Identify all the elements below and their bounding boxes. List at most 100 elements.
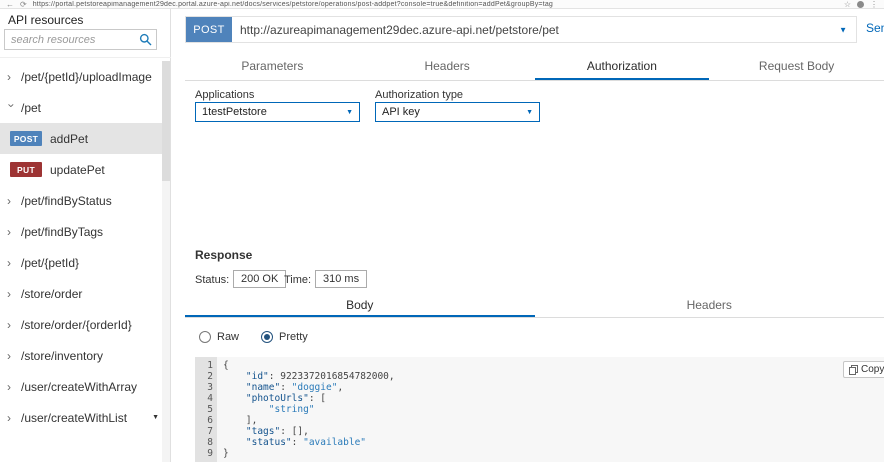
chevron-down-icon: ▼ (526, 108, 533, 116)
sidebar-operation-addPet[interactable]: POST addPet (0, 123, 163, 154)
request-url-input[interactable] (232, 17, 856, 42)
chevron-right-icon: › (7, 255, 11, 270)
chevron-down-icon: › (4, 103, 19, 107)
code-line: ], (245, 415, 258, 426)
tab-parameters[interactable]: Parameters (185, 54, 360, 80)
code-line: { (223, 360, 229, 371)
request-url-bar: POST ▼ (185, 16, 857, 43)
authorization-type-select[interactable]: API key ▼ (375, 102, 540, 122)
search-icon[interactable] (139, 33, 152, 46)
sidebar-item-label: /store/order (21, 286, 83, 301)
sidebar-item-label: /store/order/{orderId} (21, 317, 132, 332)
sidebar-item-label: updatePet (50, 162, 105, 177)
search-box (4, 29, 157, 50)
back-icon[interactable]: ← (6, 0, 14, 8)
tab-request-body[interactable]: Request Body (709, 54, 884, 80)
applications-select[interactable]: 1testPetstore ▼ (195, 102, 360, 122)
sidebar-divider (0, 57, 171, 58)
sidebar-scrollbar[interactable] (162, 61, 170, 462)
sidebar-item-list: ›/pet/{petId}/uploadImage ›/pet POST addPet… (0, 61, 163, 433)
code-line: "status": "available" (245, 437, 367, 448)
sidebar-item-label: /user/createWithList (21, 410, 128, 425)
profile-avatar[interactable] (857, 0, 864, 8)
tab-headers[interactable]: Headers (360, 54, 535, 80)
chevron-down-icon: ▼ (346, 108, 353, 116)
response-title: Response (195, 248, 253, 262)
sidebar-item-label: /store/inventory (21, 348, 104, 363)
method-badge-post: POST (186, 17, 232, 42)
chevron-right-icon: › (7, 224, 11, 239)
sidebar-item-/pet[interactable]: ›/pet (0, 92, 163, 123)
sidebar-item-/store/inventory[interactable]: › /store/inventory (0, 340, 163, 371)
code-line: "name": "doggie", (245, 382, 344, 393)
chevron-right-icon: › (7, 410, 11, 425)
code-line: } (223, 448, 229, 459)
chevron-right-icon: › (7, 69, 11, 84)
status-label: Status: (195, 274, 230, 286)
chevron-right-icon: › (7, 286, 11, 301)
sidebar-item-label: /pet/{petId} (21, 255, 80, 270)
code-line: "tags": [], (245, 426, 309, 437)
copy-icon (849, 364, 858, 375)
method-badge-post: POST (10, 131, 42, 146)
response-body-code: 123456789 { "id": 9223372016854782000, "… (195, 357, 884, 462)
code-line: "string" (268, 404, 315, 415)
applications-label: Applications (195, 89, 255, 101)
browser-url[interactable]: https://portal.petstoreapimanagement29de… (33, 1, 838, 8)
code-content[interactable]: { "id": 9223372016854782000, "name": "do… (217, 357, 884, 462)
copy-button[interactable]: Copy (843, 361, 884, 378)
status-badge: 200 OK (233, 270, 287, 288)
sidebar-operation-updatePet[interactable]: PUT updatePet (0, 154, 163, 185)
tab-response-headers[interactable]: Headers (535, 294, 884, 317)
code-line-numbers: 123456789 (195, 357, 217, 462)
time-label: Time: (284, 274, 312, 286)
pretty-radio[interactable] (261, 331, 274, 343)
sidebar-item-label: addPet (50, 131, 89, 146)
menu-icon[interactable]: ⋮ (870, 0, 878, 8)
sidebar-item-label: /user/createWithArray (21, 379, 138, 394)
sidebar-item-label: /pet/findByTags (21, 224, 104, 239)
star-icon[interactable]: ☆ (844, 0, 851, 8)
sidebar-item-/store/order/{orderId}[interactable]: › /store/order/{orderId} (0, 309, 163, 340)
raw-radio-label: Raw (217, 331, 240, 343)
code-line: "photoUrls": [ (245, 393, 326, 404)
tab-response-body[interactable]: Body (185, 294, 535, 317)
chevron-right-icon: › (7, 317, 11, 332)
code-line: "id": 9223372016854782000, (245, 371, 395, 382)
scrollbar-thumb[interactable] (162, 61, 170, 181)
search-input[interactable] (5, 33, 139, 46)
method-badge-put: PUT (10, 162, 42, 177)
authorization-type-select-value: API key (382, 106, 420, 118)
sidebar-item-/user/createWithList[interactable]: › /user/createWithList ▼ (0, 402, 163, 433)
chevron-right-icon: › (7, 348, 11, 363)
response-tabs: Body Headers (185, 294, 884, 318)
tab-authorization[interactable]: Authorization (534, 54, 710, 80)
browser-address-bar[interactable]: ← ⟳ https://portal.petstoreapimanagement… (0, 0, 884, 9)
sidebar-item-/pet/findByStatus[interactable]: › /pet/findByStatus (0, 185, 163, 216)
sidebar: API resources ›/pet/{petId}/uploadImage›… (0, 9, 171, 462)
time-badge: 310 ms (315, 270, 368, 288)
pretty-radio-label: Pretty (279, 331, 308, 343)
sidebar-title: API resources (8, 13, 84, 27)
raw-radio[interactable] (199, 331, 211, 343)
copy-button-label: Copy (861, 364, 884, 375)
chevron-down-icon[interactable]: ▼ (152, 414, 159, 421)
send-button[interactable]: Send (866, 21, 884, 35)
chevron-right-icon: › (7, 193, 11, 208)
sidebar-item-/user/createWithArray[interactable]: › /user/createWithArray (0, 371, 163, 402)
api-console-screen: ← ⟳ https://portal.petstoreapimanagement… (0, 0, 884, 462)
reload-icon[interactable]: ⟳ (20, 0, 27, 8)
sidebar-item-/pet/findByTags[interactable]: › /pet/findByTags (0, 216, 163, 247)
sidebar-item-/store/order[interactable]: › /store/order (0, 278, 163, 309)
sidebar-item-label: /pet/findByStatus (21, 193, 112, 208)
chevron-right-icon: › (7, 379, 11, 394)
body-format-radios: Raw Pretty (199, 331, 308, 343)
authorization-type-label: Authorization type (375, 89, 464, 101)
sidebar-item-label: /pet/{petId}/uploadImage (21, 69, 152, 84)
applications-select-value: 1testPetstore (202, 106, 267, 118)
request-tabs: Parameters Headers Authorization Request… (185, 54, 884, 81)
sidebar-item-/pet/{petId}[interactable]: › /pet/{petId} (0, 247, 163, 278)
sidebar-item-/pet/{petId}/uploadImage[interactable]: › /pet/{petId}/uploadImage (0, 61, 163, 92)
sidebar-item-label: /pet (21, 100, 42, 115)
request-url-wrap: ▼ (232, 17, 856, 42)
